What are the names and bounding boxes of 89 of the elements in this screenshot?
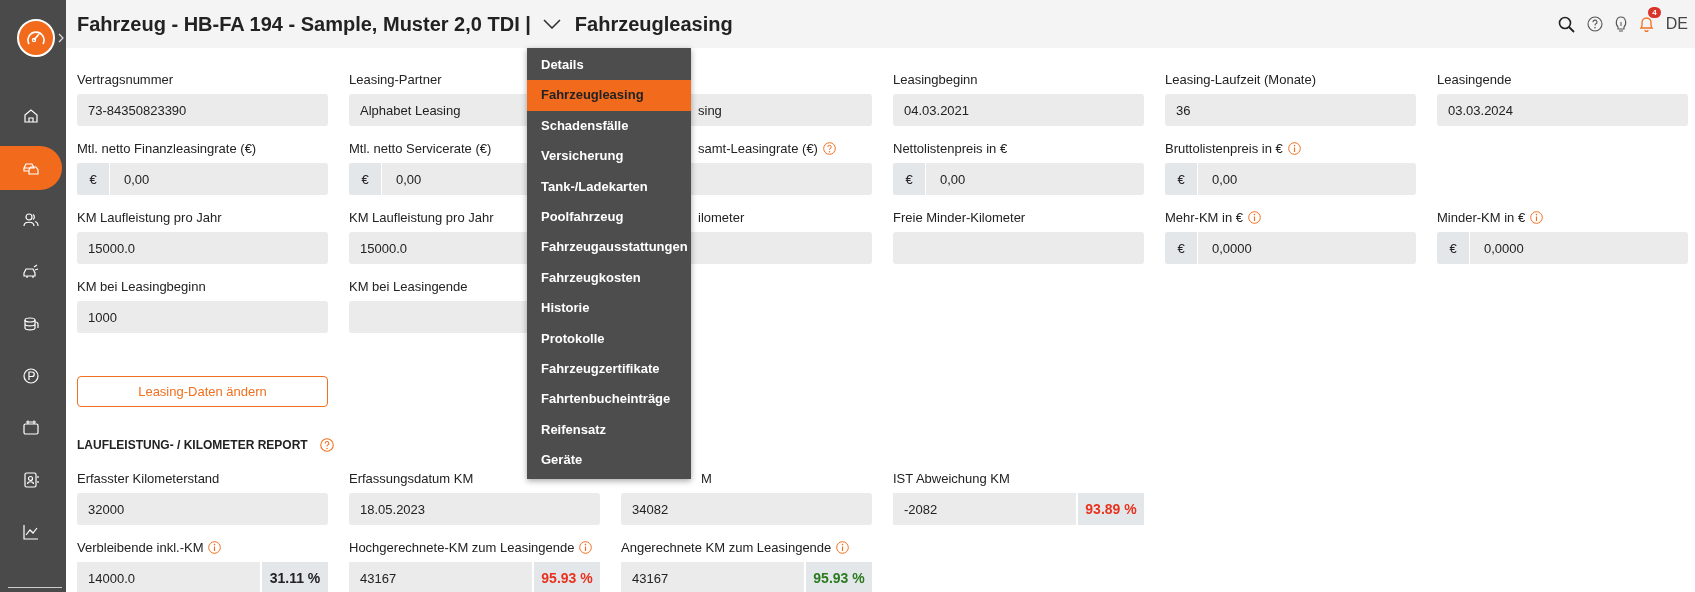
percentage-addon: 31.11 % (262, 562, 328, 592)
field-label: Mehr-KM in € (1165, 209, 1244, 225)
field-label: Vertragsnummer (77, 71, 174, 87)
input-field[interactable]: € 0,0000 (1165, 232, 1416, 264)
field-label: Leasing-Laufzeit (Monate) (1165, 71, 1317, 87)
field-label: KM bei Leasingbeginn (77, 278, 206, 294)
field-label: Leasingende (1437, 71, 1512, 87)
chevron-right-icon[interactable] (58, 33, 64, 43)
menu-item[interactable]: Poolfahrzeug (527, 201, 691, 233)
input-field[interactable]: 18.05.2023 (349, 493, 600, 525)
field-label: ilometer (698, 209, 745, 225)
menu-item[interactable]: Geräte (527, 445, 691, 476)
input-field[interactable]: 32000 (77, 493, 328, 525)
menu-item[interactable]: Fahrzeugleasing (527, 80, 691, 111)
field-label: KM bei Leasingende (349, 278, 468, 294)
input-field[interactable]: € 0,0000 (1437, 232, 1688, 264)
field-value: 0,00 (1211, 171, 1238, 187)
input-field[interactable]: 73-84350823390 (77, 94, 328, 126)
input-field[interactable]: 43167 (349, 562, 532, 592)
language-selector[interactable]: DE (1665, 15, 1688, 33)
percentage-addon: 95.93 % (534, 562, 600, 592)
menu-item[interactable]: Historie (527, 293, 691, 324)
field-label: Angerechnete KM zum Leasingende (621, 539, 832, 555)
field-label: KM Laufleistung pro Jahr (77, 209, 222, 225)
section-title[interactable]: Fahrzeugleasing (574, 12, 733, 36)
percentage-addon: 93.89 % (1078, 493, 1144, 525)
menu-item[interactable]: Fahrzeugkosten (527, 262, 691, 294)
field-value: 0,0000 (1483, 240, 1524, 256)
field-label: Leasingbeginn (893, 71, 978, 87)
bell-icon[interactable] (1638, 16, 1654, 32)
info-icon[interactable] (208, 540, 222, 554)
menu-item[interactable]: Fahrtenbucheinträge (527, 384, 691, 415)
menu-item[interactable]: Details (527, 50, 691, 81)
input-field[interactable]: 03.03.2024 (1437, 94, 1688, 126)
field-label: Minder-KM in € (1437, 209, 1526, 225)
field-label: M (701, 470, 712, 486)
input-field[interactable]: 04.03.2021 (893, 94, 1144, 126)
field-value: 0,0000 (1211, 240, 1252, 256)
field-value: 0,00 (123, 171, 150, 187)
input-field[interactable]: € 0,00 (1165, 163, 1416, 195)
section-heading: LAUFLEISTUNG- / KILOMETER REPORT (77, 438, 308, 452)
input-field[interactable]: 15000.0 (77, 232, 328, 264)
currency-addon: € (893, 163, 926, 195)
field-label: IST Abweichung KM (893, 470, 1010, 486)
currency-addon: € (1165, 163, 1198, 195)
field-label: samt-Leasingrate (€) (698, 140, 818, 156)
currency-addon: € (77, 163, 110, 195)
info-icon[interactable] (1287, 141, 1301, 155)
field-value: 0,00 (395, 171, 422, 187)
lightbulb-icon[interactable] (1614, 15, 1627, 33)
field-label: Nettolistenpreis in € (893, 140, 1008, 156)
input-field[interactable]: 36 (1165, 94, 1416, 126)
field-label: Verbleibende inkl.-KM (77, 539, 204, 555)
menu-item[interactable]: Fahrzeugzertifikate (527, 353, 691, 385)
input-field[interactable]: 1000 (77, 301, 328, 333)
chevron-down-icon[interactable] (542, 19, 561, 29)
notification-badge: 4 (1648, 7, 1661, 18)
field-label: Mtl. netto Servicerate (€) (349, 140, 492, 156)
help-icon[interactable] (1586, 16, 1603, 32)
search-icon[interactable] (1557, 15, 1575, 33)
input-field[interactable]: 43167 (621, 562, 804, 592)
field-label: Freie Minder-Kilometer (893, 209, 1026, 225)
field-label: Mtl. netto Finanzleasingrate (€) (77, 140, 257, 156)
currency-addon: € (1165, 232, 1198, 264)
input-field[interactable]: -2082 (893, 493, 1076, 525)
nav-cars-icon[interactable] (0, 146, 62, 190)
field-label: Bruttolistenpreis in € (1165, 140, 1283, 156)
help-icon[interactable] (319, 438, 334, 452)
field-label: Erfassungsdatum KM (349, 470, 474, 486)
field-label: KM Laufleistung pro Jahr (349, 209, 494, 225)
info-icon[interactable] (579, 540, 593, 554)
input-field[interactable]: € 0,00 (77, 163, 328, 195)
input-field[interactable]: 34082 (621, 493, 872, 525)
percentage-addon: 95.93 % (806, 562, 872, 592)
field-label: Erfasster Kilometerstand (77, 470, 220, 486)
speedometer-logo-icon[interactable] (17, 19, 55, 57)
menu-item[interactable]: Reifensatz (527, 414, 691, 446)
input-field[interactable]: 14000.0 (77, 562, 260, 592)
field-label: Hochgerechnete-KM zum Leasingende (349, 539, 575, 555)
field-label: Leasing-Partner (349, 71, 442, 87)
info-icon[interactable] (836, 540, 850, 554)
info-icon[interactable] (1530, 210, 1544, 224)
info-icon[interactable] (1248, 210, 1262, 224)
page-title: Fahrzeug - HB-FA 194 - Sample, Muster 2,0 TDI | (77, 12, 531, 36)
currency-addon: € (1437, 232, 1470, 264)
currency-addon: € (349, 163, 382, 195)
input-field[interactable]: € 0,00 (893, 163, 1144, 195)
field-value: 0,00 (939, 171, 966, 187)
menu-item[interactable]: Protokolle (527, 323, 691, 354)
